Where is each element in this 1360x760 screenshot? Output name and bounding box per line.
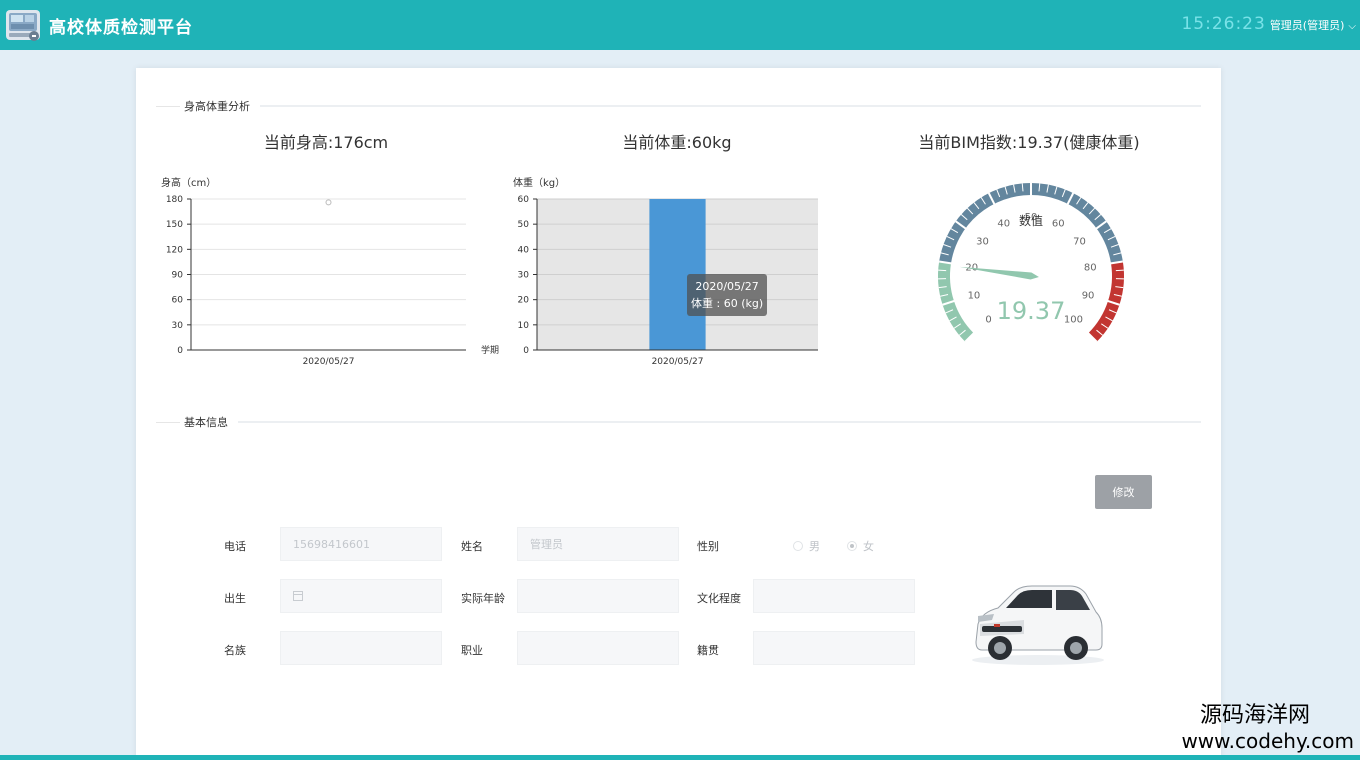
analysis-section-header: 身高体重分析	[156, 98, 1201, 114]
gauge-tick-label: 10	[968, 291, 981, 302]
car-image	[972, 585, 1104, 665]
analysis-section-title: 身高体重分析	[184, 100, 250, 113]
y-tick-label: 30	[172, 321, 184, 331]
x-tick-label: 2020/05/27	[303, 357, 355, 367]
y-tick-label: 30	[518, 271, 530, 281]
gender-female-radio[interactable]: 女	[847, 538, 874, 554]
y-tick-label: 20	[518, 296, 530, 306]
gender-female-label: 女	[863, 540, 874, 553]
edit-button[interactable]: 修改	[1095, 475, 1152, 509]
age-label: 实际年龄	[461, 592, 505, 605]
weight-headline: 当前体重:60kg	[622, 133, 732, 152]
y-tick-label: 150	[166, 220, 183, 230]
gauge-tick-label: 60	[1052, 219, 1065, 230]
gauge-value: 19.37	[997, 297, 1066, 325]
name-label: 姓名	[461, 540, 483, 553]
height-headline: 当前身高:176cm	[263, 133, 389, 152]
gauge-tick-label: 100	[1064, 314, 1083, 325]
height-chart: 0 30 60 90 120 150 180 2020/05/27 学期	[166, 195, 499, 367]
main-card: 身高体重分析 当前身高:176cm 当前体重:60kg 当前BIM指数:19.3…	[136, 68, 1221, 760]
top-bar: 高校体质检测平台 15:26:23 管理员(管理员) ⌵	[0, 0, 1360, 50]
calendar-icon	[293, 591, 303, 601]
ethnicity-input[interactable]	[280, 631, 442, 665]
gauge-tick-label: 30	[976, 237, 989, 248]
watermark-line2: www.codehy.com	[1181, 729, 1354, 753]
gauge-tick-label: 40	[997, 219, 1010, 230]
tooltip-text: 体重 : 60 (kg)	[691, 297, 764, 310]
data-point	[325, 199, 332, 206]
bmi-gauge: 0102030405060708090100数值19.37	[938, 183, 1124, 343]
monitor-logo-icon	[5, 7, 41, 43]
x-axis-title: 学期	[481, 344, 499, 356]
info-section-title: 基本信息	[184, 416, 228, 429]
x-tick-label: 2020/05/27	[652, 357, 704, 367]
y-tick-label: 90	[172, 271, 184, 281]
bmi-headline: 当前BIM指数:19.37(健康体重)	[918, 133, 1140, 152]
origin-input[interactable]	[753, 631, 915, 665]
y-tick-label: 50	[518, 220, 530, 230]
watermark: 源码海洋网 www.codehy.com	[1181, 703, 1354, 753]
gender-male-label: 男	[809, 540, 820, 553]
gauge-tick-label: 70	[1073, 237, 1086, 248]
origin-label: 籍贯	[697, 644, 719, 657]
education-label: 文化程度	[697, 592, 741, 605]
ethnicity-label: 名族	[224, 644, 246, 657]
y-tick-label: 0	[523, 346, 529, 356]
job-label: 职业	[461, 644, 483, 657]
watermark-line1: 源码海洋网	[1199, 703, 1310, 728]
phone-input[interactable]	[280, 527, 442, 561]
gender-male-radio[interactable]: 男	[793, 538, 820, 554]
gauge-tick-label: 90	[1082, 291, 1095, 302]
name-input[interactable]	[517, 527, 679, 561]
weight-chart: 0 10 20 30 40 50 60 2020/05/27	[518, 195, 818, 367]
radio-dot	[793, 541, 803, 551]
y-tick-label: 10	[518, 321, 530, 331]
y-tick-label: 60	[172, 296, 184, 306]
app-title: 高校体质检测平台	[49, 17, 193, 38]
gauge-tick-label: 80	[1084, 263, 1097, 274]
chevron-down-icon[interactable]: ⌵	[1348, 21, 1356, 32]
y-tick-label: 40	[518, 245, 530, 255]
clock-display: 15:26:23	[1181, 14, 1266, 34]
weight-y-axis-title: 体重（kg）	[513, 178, 566, 189]
user-menu[interactable]: 管理员(管理员)	[1270, 17, 1345, 33]
weight-tooltip: 2020/05/27 体重 : 60 (kg)	[687, 274, 768, 316]
height-y-axis-title: 身高（cm）	[161, 178, 217, 189]
bottom-strip	[0, 755, 1360, 760]
education-input[interactable]	[753, 579, 915, 613]
y-tick-label: 60	[518, 195, 530, 205]
gauge-minor-tick	[938, 269, 947, 272]
gauge-minor-tick	[1115, 269, 1124, 272]
tooltip-title: 2020/05/27	[695, 280, 759, 293]
job-input[interactable]	[517, 631, 679, 665]
birth-label: 出生	[224, 592, 246, 605]
gauge-label: 数值	[1019, 213, 1043, 228]
gauge-tick-label: 0	[985, 314, 991, 325]
radio-dot-checked	[847, 541, 857, 551]
y-tick-label: 120	[166, 245, 183, 255]
age-input[interactable]	[517, 579, 679, 613]
birth-date-input[interactable]	[280, 579, 442, 613]
gender-label: 性别	[697, 540, 719, 553]
top-right-area: 15:26:23 管理员(管理员) ⌵	[1181, 14, 1356, 34]
y-tick-label: 0	[177, 346, 183, 356]
info-section-header: 基本信息	[156, 414, 1201, 430]
phone-label: 电话	[224, 540, 246, 553]
y-tick-label: 180	[166, 195, 183, 205]
